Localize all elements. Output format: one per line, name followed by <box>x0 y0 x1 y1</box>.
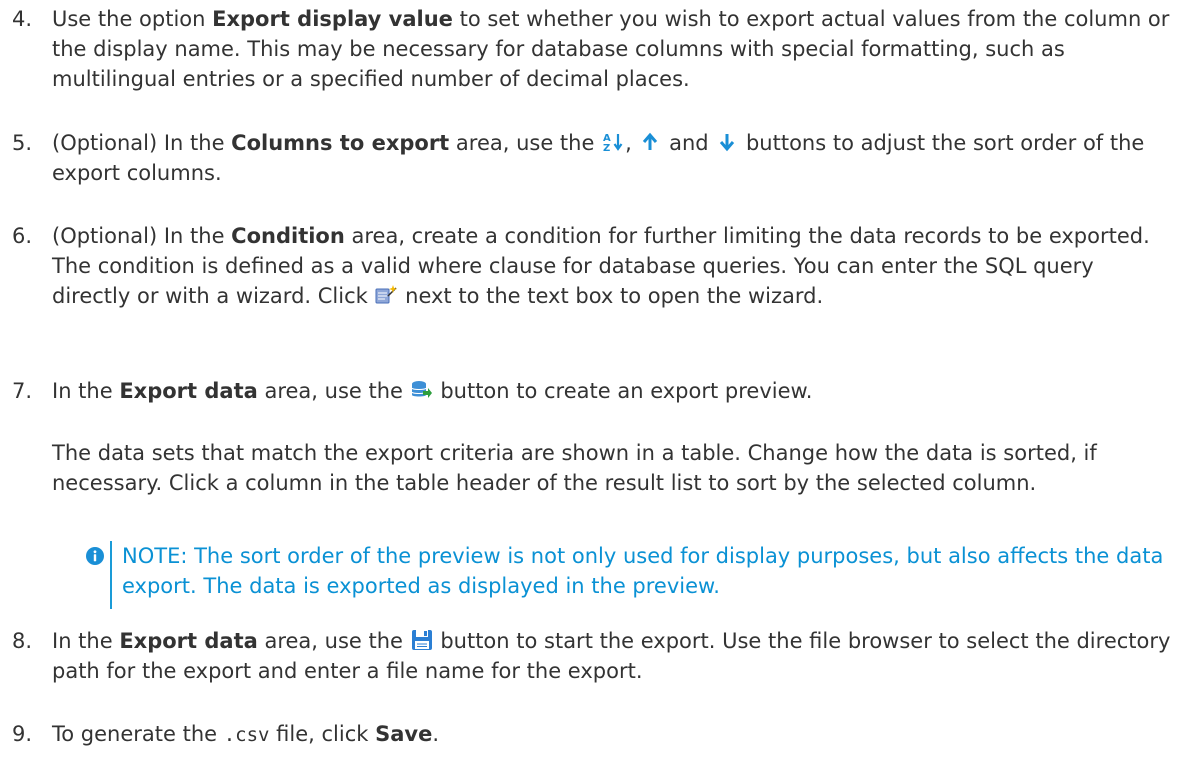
step-number: 6. <box>12 224 33 248</box>
note-text: NOTE: The sort order of the preview is n… <box>122 544 1164 598</box>
option-name: Export display value <box>212 7 453 31</box>
text-run: area, use the <box>257 379 410 403</box>
text-run: area, use the <box>257 629 410 653</box>
step-text: In the Export data area, use the button … <box>52 376 1177 406</box>
arrow-up-icon <box>639 131 661 153</box>
step-number: 8. <box>12 629 33 653</box>
text-run: (Optional) In the <box>52 224 232 248</box>
step-number: 9. <box>12 722 33 746</box>
step-8: 8. In the Export data area, use the butt… <box>12 626 1177 686</box>
preview-icon <box>411 379 433 401</box>
text-run: In the <box>52 629 120 653</box>
text-run: button to create an export preview. <box>433 379 813 403</box>
file-extension: .csv <box>223 724 270 746</box>
wizard-icon <box>375 284 398 306</box>
info-icon <box>86 546 104 565</box>
text-run: . <box>432 722 440 746</box>
area-name: Export data <box>119 379 258 403</box>
step-5: 5. (Optional) In the Columns to export a… <box>12 128 1177 188</box>
step-7-paragraph: The data sets that match the export crit… <box>52 441 1097 495</box>
step-text: To generate the .csv file, click Save. <box>52 719 1177 750</box>
note-divider <box>110 541 112 609</box>
step-text: (Optional) In the Columns to export area… <box>52 128 1177 188</box>
step-9: 9. To generate the .csv file, click Save… <box>12 719 1177 750</box>
text-run: file, click <box>269 722 376 746</box>
step-6: 6. (Optional) In the Condition area, cre… <box>12 221 1177 311</box>
text-run: To generate the <box>52 722 224 746</box>
step-7: 7. In the Export data area, use the butt… <box>12 376 1177 406</box>
step-text: In the Export data area, use the button … <box>52 626 1177 686</box>
document-page: 4. Use the option Export display value t… <box>0 0 1186 767</box>
text-run: area, use the <box>449 131 602 155</box>
step-number: 4. <box>12 7 33 31</box>
arrow-down-icon <box>716 131 738 153</box>
text-run: In the <box>52 379 120 403</box>
step-4: 4. Use the option Export display value t… <box>12 4 1177 94</box>
note-callout: NOTE: The sort order of the preview is n… <box>86 541 1176 609</box>
save-icon <box>411 629 433 651</box>
area-name: Export data <box>119 629 258 653</box>
area-name: Columns to export <box>231 131 450 155</box>
step-number: 7. <box>12 379 33 403</box>
text-run: next to the text box to open the wizard. <box>398 284 824 308</box>
step-text: Use the option Export display value to s… <box>52 4 1177 94</box>
text-run: and <box>662 131 716 155</box>
text-run: Use the option <box>52 7 213 31</box>
text-run: (Optional) In the <box>52 131 232 155</box>
step-text: (Optional) In the Condition area, create… <box>52 221 1177 311</box>
sort-az-icon: AZ <box>602 131 624 153</box>
svg-text:Z: Z <box>603 143 610 153</box>
step-number: 5. <box>12 131 33 155</box>
area-name: Condition <box>231 224 345 248</box>
button-name: Save <box>375 722 433 746</box>
text-run: , <box>625 131 639 155</box>
